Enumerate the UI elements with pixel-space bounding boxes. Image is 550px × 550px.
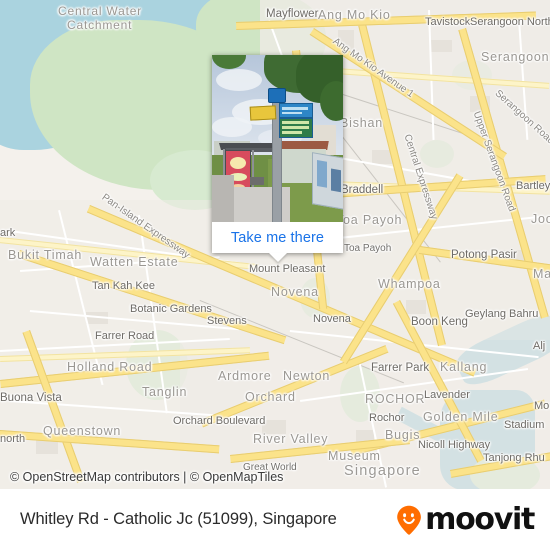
map-block bbox=[36, 440, 58, 454]
map-viewport[interactable]: Central Water Catchment Mayflower Ang Mo Ki… bbox=[0, 0, 550, 489]
take-me-there-link[interactable]: Take me there bbox=[231, 230, 324, 246]
stop-photo-popup[interactable]: Take me there bbox=[212, 55, 343, 262]
photo-road bbox=[212, 175, 234, 222]
bottom-bar: Whitley Rd - Catholic Jc (51099), Singap… bbox=[0, 489, 550, 550]
moovit-wordmark: moovit bbox=[425, 501, 535, 537]
map-block bbox=[262, 420, 286, 434]
map-block bbox=[430, 40, 452, 52]
photo-yellow-sign bbox=[249, 105, 277, 121]
bus-stop-photo[interactable] bbox=[212, 55, 343, 222]
screenshot-root: Central Water Catchment Mayflower Ang Mo Ki… bbox=[0, 0, 550, 550]
stop-caption: Whitley Rd - Catholic Jc (51099), Singap… bbox=[20, 510, 337, 528]
map-block bbox=[406, 300, 426, 314]
map-attribution[interactable]: © OpenStreetMap contributors | © OpenMap… bbox=[10, 470, 283, 484]
moovit-pin-icon bbox=[396, 505, 422, 535]
photo-bus-stop-sign bbox=[268, 88, 286, 103]
moovit-logo[interactable]: moovit bbox=[396, 501, 535, 537]
photo-fence-hoarding bbox=[312, 152, 343, 210]
popup-pointer-tail bbox=[268, 253, 287, 262]
photo-shelter-post bbox=[252, 150, 254, 192]
photo-cloud bbox=[212, 117, 252, 137]
photo-cloud bbox=[216, 69, 262, 91]
photo-route-panel bbox=[279, 118, 313, 138]
photo-route-panel bbox=[279, 103, 313, 118]
photo-bicycle bbox=[250, 177, 264, 185]
popup-footer: Take me there bbox=[212, 222, 343, 253]
